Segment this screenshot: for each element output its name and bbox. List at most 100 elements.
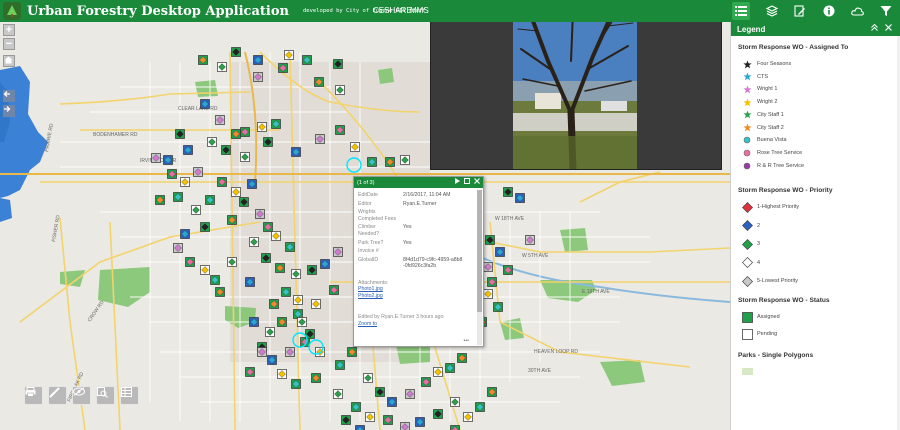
close-icon[interactable]	[474, 178, 480, 186]
legend-item-label: 3	[757, 241, 761, 247]
field-label: Editor	[358, 200, 372, 207]
field-value: 2/16/2017, 11:04 AM	[403, 192, 451, 198]
circle-symbol-icon	[741, 161, 753, 171]
legend-item-label: Pending	[757, 331, 778, 337]
square-symbol-icon	[741, 311, 753, 323]
more-actions-button[interactable]: •••	[464, 338, 469, 344]
maximize-icon[interactable]	[464, 178, 470, 186]
popup-header: (1 of 3)	[354, 177, 483, 188]
info-icon[interactable]	[822, 4, 836, 18]
star-symbol-icon	[741, 97, 753, 107]
mms-link[interactable]: MMS	[410, 6, 429, 15]
app-header: Urban Forestry Desktop Application devel…	[0, 0, 900, 22]
ceshare-link[interactable]: CESHARE	[373, 6, 412, 15]
road-label: PRAIRIE RD	[44, 123, 55, 153]
back-arrow-icon[interactable]	[3, 90, 15, 102]
photo-viewer[interactable]	[430, 0, 722, 170]
next-feature-icon[interactable]	[455, 178, 460, 186]
field-label: Park Tree?	[358, 239, 384, 246]
layers-icon[interactable]	[765, 4, 779, 18]
legend-group-title: Storm Response WO - Status	[738, 297, 830, 304]
field-label: EditDate	[358, 192, 378, 198]
attachment-link[interactable]: Photo2.jpg	[358, 293, 473, 300]
app: Urban Forestry Desktop Application devel…	[0, 0, 900, 430]
forward-arrow-icon[interactable]	[3, 105, 15, 117]
toolbar	[725, 0, 900, 22]
star-symbol-icon	[741, 110, 753, 120]
filter-icon[interactable]	[879, 4, 893, 18]
square-symbol-icon	[741, 328, 753, 340]
zoom-to-link[interactable]: Zoom to	[358, 321, 473, 328]
collapse-icon[interactable]	[871, 23, 878, 33]
legend-item: CTS	[741, 72, 768, 82]
close-icon[interactable]	[885, 24, 892, 33]
diamond-symbol-icon	[741, 257, 753, 268]
attachment-link[interactable]: Photo1.jpg	[358, 286, 473, 293]
legend-title: Legend	[737, 24, 766, 34]
legend-item	[741, 366, 757, 376]
zoom-out-button[interactable]: −	[3, 38, 15, 50]
legend-item-label: CTS	[757, 73, 768, 80]
popup-body: EditDate 2/16/2017, 11:04 AM Editor Ryan.E…	[354, 188, 483, 346]
legend-item: Rose Tree Service	[741, 148, 802, 158]
home-button[interactable]	[3, 55, 15, 67]
legend-item: 3	[741, 238, 761, 250]
road-label: 30TH AVE	[528, 368, 552, 374]
zoom-in-button[interactable]: +	[3, 24, 15, 36]
legend-group-title: Storm Response WO - Priority	[738, 187, 833, 194]
popup-title: (1 of 3)	[357, 179, 375, 186]
edit-icon[interactable]	[793, 4, 807, 18]
legend-item: Assigned	[741, 311, 780, 323]
edited-by-text: Edited by Ryan.E.Turner 3 hours ago	[358, 313, 444, 320]
legend-group-title: Parks - Single Polygons	[738, 352, 814, 359]
legend-item: R & R Tree Service	[741, 161, 804, 171]
measure-button[interactable]	[48, 386, 67, 405]
road-label: CLEAR LAKE RD	[178, 106, 218, 112]
legend-item-label: Buena Vista	[757, 137, 787, 144]
star-symbol-icon	[741, 84, 753, 94]
field-label: Invoice #	[358, 248, 379, 255]
legend-header: Legend	[731, 22, 900, 36]
legend-item: 5-Lowest Priority	[741, 275, 798, 287]
legend-item-label: Rose Tree Service	[757, 149, 803, 156]
star-symbol-icon	[741, 59, 753, 69]
legend-item: Wright 1	[741, 84, 777, 94]
diamond-symbol-icon	[741, 275, 753, 287]
diamond-symbol-icon	[741, 220, 753, 231]
feature-popup[interactable]: (1 of 3) EditDate 2/16/2017, 11:04 AM Edi…	[353, 176, 484, 347]
legend-item-label: City Staff 1	[757, 111, 784, 118]
cloud-icon[interactable]	[850, 4, 864, 18]
search-address-button[interactable]	[96, 386, 115, 405]
field-label: GlobalID	[358, 256, 379, 263]
field-value: Yes	[403, 224, 412, 231]
legend-item-label: Wright 1	[757, 86, 778, 93]
road-label: BODENHAMER RD	[93, 132, 138, 138]
legend-item: City Staff 1	[741, 110, 784, 120]
legend-panel: Legend Storm Response WO - Assigned To Fo…	[730, 22, 900, 430]
field-label: Wrights Completed Fees	[358, 209, 397, 222]
print-button[interactable]	[24, 386, 43, 405]
list-icon[interactable]	[732, 2, 751, 20]
diamond-symbol-icon	[741, 238, 753, 250]
road-label: CROW RD	[87, 299, 106, 323]
circle-symbol-icon	[741, 135, 753, 145]
legend-item: City Staff 2	[741, 123, 784, 133]
popup-scrollbar-thumb[interactable]	[477, 190, 482, 312]
legend-group-title: Storm Response WO - Assigned To	[738, 44, 849, 51]
app-title: Urban Forestry Desktop Application	[27, 3, 289, 19]
legend-item: 1-Highest Priority	[741, 201, 799, 213]
legend-item: 2	[741, 220, 761, 231]
legend-item-label: City Staff 2	[757, 124, 784, 131]
legend-item-label: 2	[757, 222, 761, 229]
star-symbol-icon	[741, 72, 753, 82]
legend-item: Buena Vista	[741, 135, 787, 145]
legend-item-label: Assigned	[757, 314, 780, 320]
field-label: Climber Needed?	[358, 224, 380, 237]
legend-item-label: R & R Tree Service	[757, 162, 805, 169]
road-label: W 18TH AVE	[495, 216, 525, 222]
table-button[interactable]	[120, 386, 139, 405]
diamond-symbol-icon	[741, 201, 753, 213]
tree-photo	[513, 1, 637, 169]
hide-button[interactable]	[72, 386, 91, 405]
legend-item-label: Four Seasons	[757, 61, 792, 67]
